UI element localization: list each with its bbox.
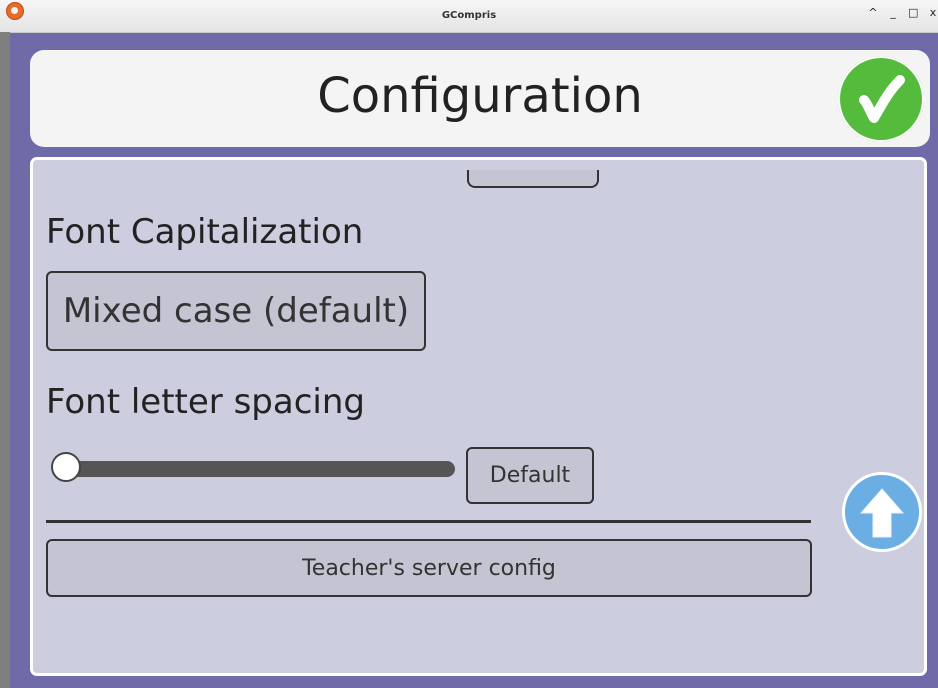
previous-section-button[interactable] bbox=[467, 170, 599, 188]
arrow-up-icon bbox=[859, 488, 905, 538]
window-controls: ^ _ □ x bbox=[868, 6, 938, 19]
page-title: Configuration bbox=[317, 68, 643, 124]
teacher-server-config-button[interactable]: Teacher's server config bbox=[46, 539, 812, 597]
font-letter-spacing-label: Font letter spacing bbox=[46, 382, 365, 422]
ok-button[interactable] bbox=[838, 56, 924, 142]
letter-spacing-slider-handle[interactable] bbox=[51, 452, 81, 482]
font-capitalization-button[interactable]: Mixed case (default) bbox=[46, 271, 426, 351]
check-icon bbox=[859, 75, 905, 123]
settings-panel[interactable]: Font Capitalization Mixed case (default)… bbox=[30, 157, 927, 676]
letter-spacing-slider-track[interactable] bbox=[63, 461, 455, 477]
window-maximize-up-button[interactable]: ^ bbox=[868, 6, 878, 19]
letter-spacing-default-button[interactable]: Default bbox=[466, 447, 594, 504]
window-title-bar: GCompris ^ _ □ x bbox=[0, 0, 938, 33]
window-close-button[interactable]: x bbox=[928, 6, 938, 19]
window-maximize-button[interactable]: □ bbox=[908, 6, 918, 19]
section-divider bbox=[46, 520, 811, 523]
window-minimize-button[interactable]: _ bbox=[888, 6, 898, 19]
window-left-border bbox=[0, 32, 10, 688]
font-capitalization-label: Font Capitalization bbox=[46, 212, 364, 252]
page-header: Configuration bbox=[30, 50, 930, 147]
window-title: GCompris bbox=[441, 10, 497, 21]
scroll-up-button[interactable] bbox=[842, 472, 922, 552]
